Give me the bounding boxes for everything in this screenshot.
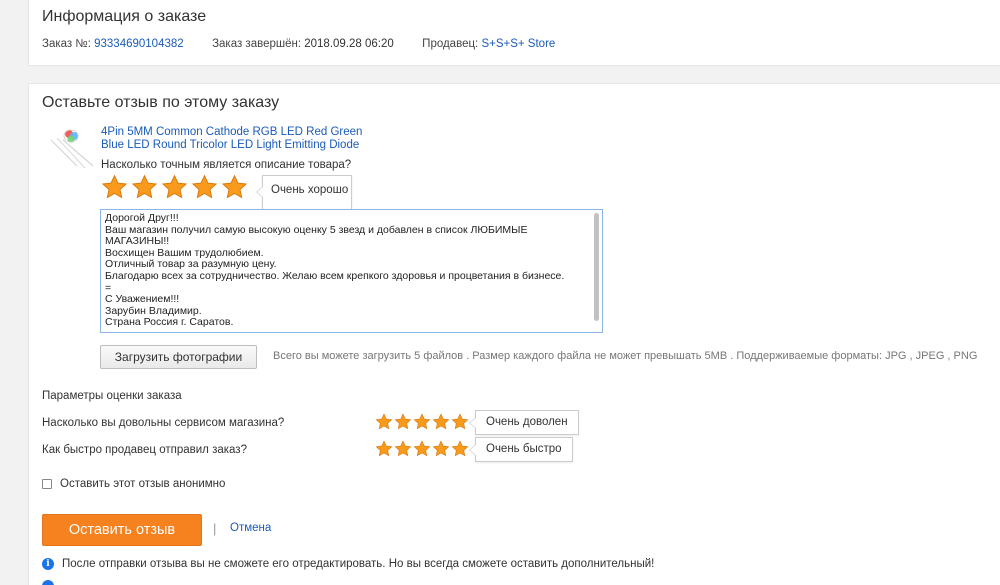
seller-label: Продавец:: [422, 38, 479, 50]
star-icon[interactable]: [101, 174, 128, 201]
review-panel: Оставьте отзыв по этому заказу 4Pin 5MM …: [28, 83, 1000, 585]
accuracy-question: Насколько точным является описание товар…: [101, 159, 352, 171]
shipping-rating-tooltip: Очень быстро: [469, 437, 573, 462]
submit-review-button[interactable]: Оставить отзыв: [42, 514, 202, 546]
review-text[interactable]: Дорогой Друг!!! Ваш магазин получил саму…: [105, 212, 591, 329]
anonymous-option[interactable]: Оставить этот отзыв анонимно: [42, 478, 225, 490]
order-number-label: Заказ №:: [42, 38, 91, 50]
shipping-star-rating[interactable]: [375, 440, 469, 458]
product-thumbnail[interactable]: [47, 126, 97, 172]
service-rating-tooltip: Очень доволен: [469, 410, 579, 435]
upload-photos-button[interactable]: Загрузить фотографии: [100, 345, 257, 369]
star-icon[interactable]: [221, 174, 248, 201]
info-icon: [42, 580, 54, 585]
review-textarea[interactable]: Дорогой Друг!!! Ваш магазин получил саму…: [100, 209, 603, 333]
info-icon: i: [42, 558, 54, 570]
service-star-rating[interactable]: [375, 413, 469, 431]
star-icon[interactable]: [451, 413, 469, 431]
review-title: Оставьте отзыв по этому заказу: [42, 94, 280, 111]
star-icon[interactable]: [451, 440, 469, 458]
star-icon[interactable]: [394, 440, 412, 458]
order-completed-value: 2018.09.28 06:20: [304, 38, 394, 50]
order-details-row: Заказ №: 93334690104382 Заказ завершён: …: [42, 38, 555, 50]
params-title: Параметры оценки заказа: [42, 390, 182, 402]
star-icon[interactable]: [394, 413, 412, 431]
order-completed-label: Заказ завершён:: [212, 38, 302, 50]
order-info-title: Информация о заказе: [42, 8, 207, 25]
checkbox-icon[interactable]: [42, 479, 52, 489]
seller-link[interactable]: S+S+S+ Store: [481, 38, 555, 50]
star-icon[interactable]: [161, 174, 188, 201]
accuracy-star-rating[interactable]: [101, 174, 248, 201]
star-icon[interactable]: [413, 413, 431, 431]
service-question: Насколько вы довольны сервисом магазина?: [42, 417, 285, 429]
upload-note: Всего вы можете загрузить 5 файлов . Раз…: [273, 350, 978, 362]
anonymous-label: Оставить этот отзыв анонимно: [60, 478, 226, 490]
star-icon[interactable]: [375, 440, 393, 458]
edit-warning: i После отправки отзыва вы не сможете ег…: [42, 558, 654, 570]
star-icon[interactable]: [413, 440, 431, 458]
star-icon[interactable]: [375, 413, 393, 431]
edit-warning-text: После отправки отзыва вы не сможете его …: [62, 558, 655, 570]
button-separator: |: [213, 521, 217, 536]
order-number-link[interactable]: 93334690104382: [94, 38, 184, 50]
cancel-link[interactable]: Отмена: [230, 522, 271, 534]
star-icon[interactable]: [432, 413, 450, 431]
order-info-panel: Информация о заказе Заказ №: 93334690104…: [28, 0, 1000, 66]
product-title-link[interactable]: 4Pin 5MM Common Cathode RGB LED Red Gree…: [101, 126, 371, 152]
star-icon[interactable]: [191, 174, 218, 201]
shipping-question: Как быстро продавец отправил заказ?: [42, 444, 247, 456]
star-icon[interactable]: [432, 440, 450, 458]
star-icon[interactable]: [131, 174, 158, 201]
review-scrollbar[interactable]: [594, 213, 599, 321]
